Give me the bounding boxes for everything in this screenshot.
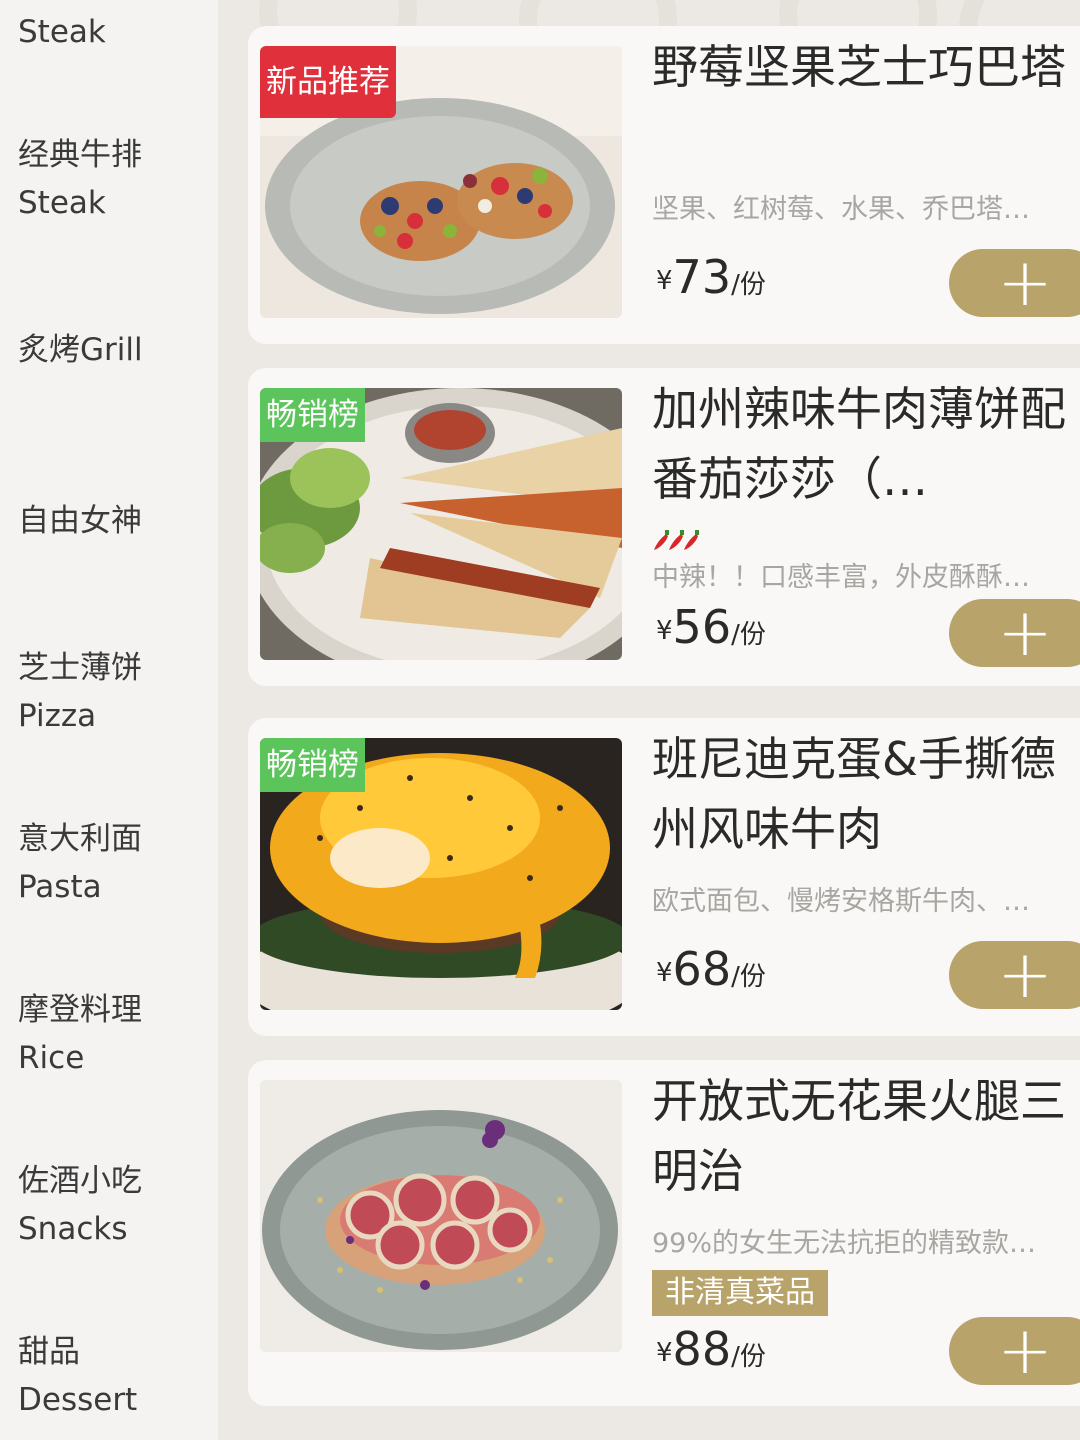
product-description: 欧式面包、慢烤安格斯牛肉、… — [652, 886, 1030, 917]
plus-icon: + — [997, 1312, 1053, 1389]
currency-symbol: ¥ — [656, 1338, 673, 1368]
badge-new: 新品推荐 — [260, 46, 396, 118]
currency-symbol: ¥ — [656, 958, 673, 988]
plus-icon: + — [997, 936, 1053, 1013]
sidebar-item-label-cn: 甜品 — [18, 1334, 80, 1370]
add-to-cart-button[interactable]: + — [949, 941, 1080, 1009]
sidebar-item-label-en: Rice — [18, 1040, 85, 1076]
product-image-bruschetta[interactable]: 新品推荐 — [260, 46, 622, 318]
sidebar-item-pasta[interactable]: 意大利面 Pasta — [18, 815, 208, 911]
product-price: ¥56/份 — [656, 600, 766, 654]
sidebar-item-liberty[interactable]: 自由女神 — [18, 497, 208, 545]
non-halal-tag: 非清真菜品 — [652, 1270, 828, 1316]
plus-icon: + — [997, 244, 1053, 321]
sidebar-item-label-en: Pizza — [18, 698, 97, 734]
product-title: 班尼迪克蛋&手撕德州风味牛肉 — [652, 732, 1056, 856]
sidebar-item-label-cn: 佐酒小吃 — [18, 1163, 142, 1199]
currency-symbol: ¥ — [656, 266, 673, 296]
sidebar-item-steak-top[interactable]: Steak — [18, 8, 208, 56]
product-title: 加州辣味牛肉薄饼配番茄莎莎（… — [652, 382, 1066, 506]
add-to-cart-button[interactable]: + — [949, 599, 1080, 667]
sidebar-item-label-en: Steak — [18, 185, 106, 221]
sidebar-item-label-en: Pasta — [18, 869, 102, 905]
sidebar-item-label-cn: 意大利面 — [18, 821, 142, 857]
sidebar-item-classic-steak[interactable]: 经典牛排 Steak — [18, 131, 208, 227]
price-value: 68 — [672, 942, 732, 996]
price-value: 73 — [672, 250, 732, 304]
product-card[interactable]: 开放式无花果火腿三明治 99%的女生无法抗拒的精致款… 非清真菜品 ¥88/份 … — [248, 1060, 1080, 1406]
sidebar-item-rice[interactable]: 摩登料理 Rice — [18, 986, 208, 1082]
product-card[interactable]: 畅销榜 加州辣味牛肉薄饼配番茄莎莎（… 中辣！！口感丰富，外皮酥酥… ¥56/份… — [248, 368, 1080, 686]
plus-icon: + — [997, 594, 1053, 671]
sidebar-item-pizza[interactable]: 芝士薄饼 Pizza — [18, 644, 208, 740]
price-value: 56 — [672, 600, 732, 654]
price-unit: /份 — [731, 620, 766, 650]
sidebar-item-label-en: Snacks — [18, 1211, 128, 1247]
product-price: ¥88/份 — [656, 1322, 766, 1376]
sidebar-item-label-en: Dessert — [18, 1382, 138, 1418]
sidebar-item-snacks[interactable]: 佐酒小吃 Snacks — [18, 1157, 208, 1253]
product-card[interactable]: 畅销榜 班尼迪克蛋&手撕德州风味牛肉 欧式面包、慢烤安格斯牛肉、… ¥68/份 … — [248, 718, 1080, 1036]
product-image-quesadilla[interactable]: 畅销榜 — [260, 388, 622, 660]
product-title: 野莓坚果芝士巧巴塔 — [652, 40, 1066, 94]
sidebar-item-label-cn: 摩登料理 — [18, 992, 142, 1028]
product-title: 开放式无花果火腿三明治 — [652, 1074, 1066, 1198]
add-to-cart-button[interactable]: + — [949, 1317, 1080, 1385]
price-unit: /份 — [731, 1342, 766, 1372]
sidebar-item-label-cn: 炙烤Grill — [18, 332, 143, 368]
product-card[interactable]: 新品推荐 野莓坚果芝士巧巴塔 坚果、红树莓、水果、乔巴塔… ¥73/份 + — [248, 26, 1080, 344]
add-to-cart-button[interactable]: + — [949, 249, 1080, 317]
price-unit: /份 — [731, 270, 766, 300]
badge-bestseller: 畅销榜 — [260, 738, 365, 792]
product-description: 99%的女生无法抗拒的精致款… — [652, 1228, 1037, 1259]
sidebar-item-label-en: Steak — [18, 14, 106, 50]
product-price: ¥73/份 — [656, 250, 766, 304]
product-price: ¥68/份 — [656, 942, 766, 996]
product-image-fig-sandwich[interactable] — [260, 1080, 622, 1352]
badge-bestseller: 畅销榜 — [260, 388, 365, 442]
sidebar-item-label-cn: 芝士薄饼 — [18, 650, 142, 686]
category-sidebar: Steak 经典牛排 Steak 炙烤Grill 自由女神 芝士薄饼 Pizza… — [0, 0, 218, 1440]
chili-pepper-icon — [654, 530, 699, 550]
price-unit: /份 — [731, 962, 766, 992]
sidebar-item-dessert[interactable]: 甜品 Dessert — [18, 1328, 208, 1424]
sidebar-item-label-cn: 自由女神 — [18, 503, 142, 539]
price-value: 88 — [672, 1322, 732, 1376]
product-image-eggs-benedict[interactable]: 畅销榜 — [260, 738, 622, 1010]
currency-symbol: ¥ — [656, 616, 673, 646]
product-description: 坚果、红树莓、水果、乔巴塔… — [652, 194, 1030, 225]
fig-sandwich-photo — [260, 1080, 622, 1352]
product-list: 新品推荐 野莓坚果芝士巧巴塔 坚果、红树莓、水果、乔巴塔… ¥73/份 + 畅销… — [218, 0, 1080, 1440]
sidebar-item-label-cn: 经典牛排 — [18, 137, 142, 173]
product-description: 中辣！！口感丰富，外皮酥酥… — [652, 562, 1030, 593]
sidebar-item-grill[interactable]: 炙烤Grill — [18, 326, 208, 374]
